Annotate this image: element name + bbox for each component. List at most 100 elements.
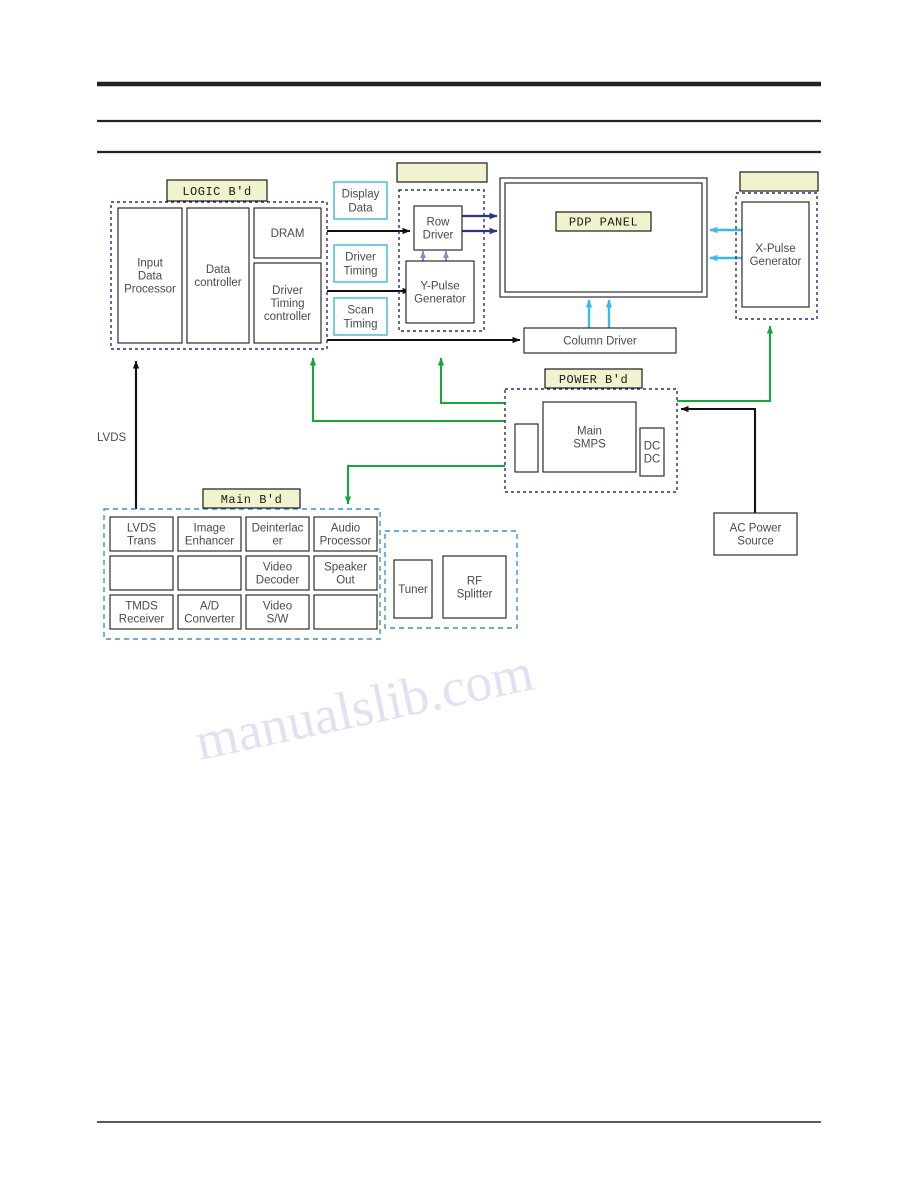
tmds-receiver: TMDSReceiver [109, 594, 174, 630]
svg-text:Input: Input [137, 257, 163, 269]
logic-board-label: LOGIC B'd [166, 179, 268, 202]
svg-text:Data: Data [206, 264, 231, 276]
ac-power-source: AC PowerSource [713, 512, 798, 556]
main-board-empty-2 [177, 555, 242, 591]
svg-text:AC Power: AC Power [730, 522, 782, 534]
main-smps: MainSMPS [542, 401, 637, 473]
svg-text:Data: Data [138, 270, 163, 282]
x-pulse-generator: X-PulseGenerator [741, 201, 810, 308]
svg-text:X-Pulse: X-Pulse [755, 243, 795, 255]
main-board-label-text: Main B'd [221, 493, 283, 507]
svg-text:Audio: Audio [331, 522, 360, 534]
main-board-blocks: LVDSTransImageEnhancerDeinterlacerAudioP… [109, 516, 378, 630]
video-sw: VideoS/W [245, 594, 310, 630]
y-pulse-generator: Y-PulseGenerator [405, 260, 475, 324]
signal-labels: Display Data Driver Timing Scan Timing [333, 181, 388, 336]
svg-text:Timing: Timing [343, 265, 377, 277]
ad-converter: A/DConverter [177, 594, 242, 630]
svg-text:Tuner: Tuner [398, 584, 428, 596]
svg-text:LVDS: LVDS [127, 522, 157, 534]
input-data-processor: InputDataProcessor [117, 207, 183, 344]
svg-text:Speaker: Speaker [324, 561, 367, 573]
svg-text:Display: Display [342, 188, 380, 200]
pdp-panel-inner [504, 182, 703, 293]
svg-text:Driver: Driver [345, 251, 376, 263]
image-enhancer: ImageEnhancer [177, 516, 242, 552]
svg-text:Video: Video [263, 561, 292, 573]
svg-text:Processor: Processor [124, 283, 176, 295]
svg-text:Image: Image [194, 522, 226, 534]
column-driver: Column Driver [523, 327, 677, 354]
svg-text:Out: Out [336, 574, 355, 586]
svg-text:Deinterlac: Deinterlac [252, 522, 304, 534]
svg-text:Generator: Generator [750, 256, 802, 268]
svg-text:Row: Row [426, 216, 450, 228]
power-board-label-text: POWER B'd [559, 373, 628, 387]
lvds-label: LVDS [97, 432, 127, 444]
row-driver: RowDriver [413, 205, 463, 251]
svg-text:Decoder: Decoder [256, 574, 300, 586]
lvds-trans: LVDSTrans [109, 516, 174, 552]
main-board-empty-3 [313, 594, 378, 630]
data-controller: Datacontroller [186, 207, 250, 344]
wire-ac-to-power [680, 405, 757, 513]
svg-text:Processor: Processor [320, 535, 372, 547]
svg-text:controller: controller [194, 277, 241, 289]
tuner: Tuner [393, 559, 433, 619]
svg-text:Column Driver: Column Driver [563, 335, 637, 347]
svg-text:A/D: A/D [200, 600, 219, 612]
driver-timing-label: Driver Timing [333, 244, 388, 283]
svg-text:S/W: S/W [267, 613, 289, 625]
svg-text:TMDS: TMDS [125, 600, 158, 612]
scan-timing-label: Scan Timing [333, 297, 388, 336]
ypulse-board-label [396, 162, 488, 183]
dram: DRAM [253, 207, 322, 259]
rf-splitter: RFSplitter [442, 555, 507, 619]
wire-power-to-main [344, 464, 505, 505]
svg-text:DC: DC [644, 453, 661, 465]
wire-power-to-ypulse [437, 357, 505, 405]
svg-text:Enhancer: Enhancer [185, 535, 234, 547]
main-board-empty-3-box [313, 594, 378, 630]
ypulse-board-label-box [396, 162, 488, 183]
logic-board-label-text: LOGIC B'd [182, 185, 251, 199]
block-diagram-canvas: manualslib.com PDP PANEL InputDataProces… [97, 81, 821, 1123]
svg-text:controller: controller [264, 311, 311, 323]
xpulse-board-label-box [739, 171, 819, 192]
power-aux-block-box [514, 423, 539, 473]
svg-text:Driver: Driver [272, 285, 303, 297]
svg-text:Splitter: Splitter [457, 588, 493, 600]
svg-text:Scan: Scan [347, 304, 373, 316]
power-board-label: POWER B'd [544, 368, 643, 389]
watermark: manualslib.com [190, 642, 538, 772]
pdp-panel-label-text: PDP PANEL [569, 216, 638, 230]
svg-text:DRAM: DRAM [271, 228, 305, 240]
pdp-panel-group: PDP PANEL [499, 177, 708, 298]
svg-text:Y-Pulse: Y-Pulse [420, 280, 459, 292]
speaker-out: SpeakerOut [313, 555, 378, 591]
svg-text:Receiver: Receiver [119, 613, 165, 625]
svg-text:Trans: Trans [127, 535, 156, 547]
xpulse-board-label [739, 171, 819, 192]
deinterlacer: Deinterlacer [245, 516, 310, 552]
plain-text-labels: LVDS [97, 432, 127, 444]
display-data-label: Display Data [333, 181, 388, 220]
svg-text:DC: DC [644, 440, 661, 452]
main-board-empty-1-box [109, 555, 174, 591]
dc-dc: DCDC [639, 427, 665, 477]
main-board-empty-1 [109, 555, 174, 591]
svg-text:Timing: Timing [343, 318, 377, 330]
main-board-empty-2-box [177, 555, 242, 591]
power-aux-block [514, 423, 539, 473]
svg-text:Video: Video [263, 600, 292, 612]
svg-text:Main: Main [577, 425, 602, 437]
svg-text:Source: Source [737, 535, 773, 547]
svg-text:Generator: Generator [414, 293, 466, 305]
document-page: manualslib.com PDP PANEL Input Data Proces… [0, 0, 918, 1188]
driver-timing-controller: DriverTimingcontroller [253, 262, 322, 344]
svg-text:RF: RF [467, 575, 482, 587]
svg-text:er: er [272, 535, 282, 547]
svg-text:SMPS: SMPS [573, 438, 606, 450]
main-board-label: Main B'd [202, 488, 301, 509]
audio-processor: AudioProcessor [313, 516, 378, 552]
